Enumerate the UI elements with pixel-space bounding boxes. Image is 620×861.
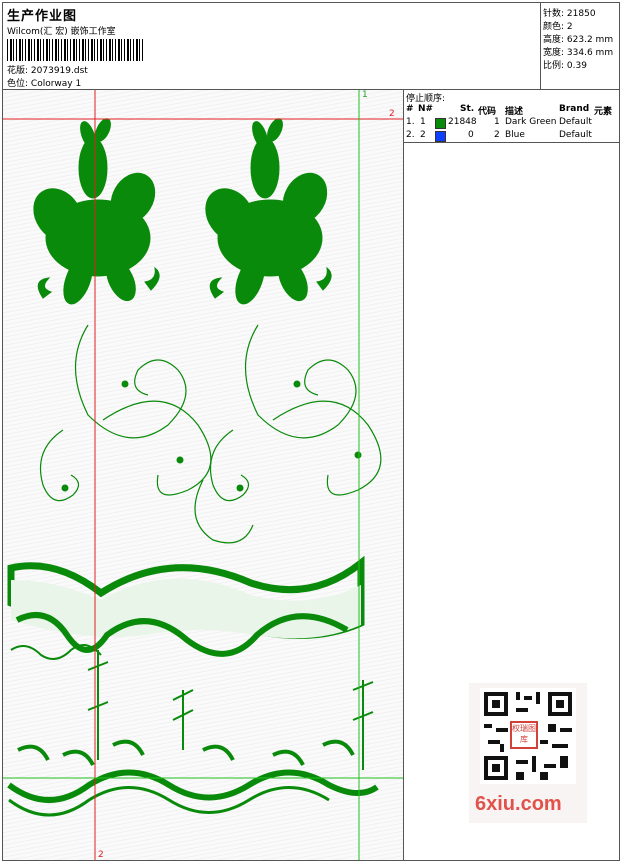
lace-band (7, 555, 365, 660)
embroidery-design (3, 90, 403, 860)
col-element: 元素 (594, 107, 613, 117)
color-swatch (435, 131, 446, 142)
scallop-border (7, 650, 379, 817)
production-sheet: 生产作业图 Wilcom(汇 宏) 嵌饰工作室 花版: 2073919.dst … (2, 2, 620, 861)
col-stitches: St. (460, 104, 475, 114)
watermark-text: 6xiu.com (475, 793, 562, 815)
green-marker-top: 1 (362, 90, 368, 100)
col-code: 代码 (478, 107, 497, 117)
stats-panel: 针数: 21850 颜色: 2 高度: 623.2 mm 宽度: 334.6 m… (541, 3, 619, 90)
stat-scale: 比例: 0.39 (543, 61, 587, 71)
color-swatch (435, 118, 446, 129)
design-label: 花版: (7, 66, 29, 76)
divider (404, 142, 619, 143)
watermark: 权瑞图库 6xiu.com (469, 683, 587, 823)
barcode (7, 39, 145, 61)
red-seal: 权瑞图库 (510, 721, 538, 749)
scroll-vines (39, 324, 382, 544)
colorway-label: 色位: (7, 79, 29, 89)
col-brand: Brand (559, 104, 590, 114)
header-info: 生产作业图 Wilcom(汇 宏) 嵌饰工作室 花版: 2073919.dst … (3, 3, 541, 90)
colorway-value: Colorway 1 (30, 79, 82, 89)
red-marker-bottom: 2 (98, 850, 104, 860)
flower-motif-left (33, 118, 160, 305)
page-title: 生产作业图 (7, 9, 78, 24)
stat-stitches: 针数: 21850 (543, 9, 596, 19)
stop-sequence-title: 停止顺序: (406, 94, 446, 104)
design-file: 2073919.dst (30, 66, 88, 76)
flower-motif-right (205, 118, 332, 305)
stat-width: 宽度: 334.6 mm (543, 48, 614, 58)
colorway-line: 色位: Colorway 1 (7, 76, 81, 89)
company-name: Wilcom(汇 宏) 嵌饰工作室 (7, 27, 116, 37)
col-index: # (406, 104, 414, 114)
col-needle: N# (418, 104, 434, 114)
stat-height: 高度: 623.2 mm (543, 35, 614, 45)
embroidery-preview: 2 1 2 (3, 90, 404, 860)
col-description: 描述 (505, 107, 524, 117)
red-marker-right: 2 (389, 109, 395, 119)
design-line: 花版: 2073919.dst (7, 63, 88, 76)
stop-row: 1. 1 21848 1 Dark Green Default (406, 117, 592, 129)
stat-colors: 颜色: 2 (543, 22, 573, 32)
